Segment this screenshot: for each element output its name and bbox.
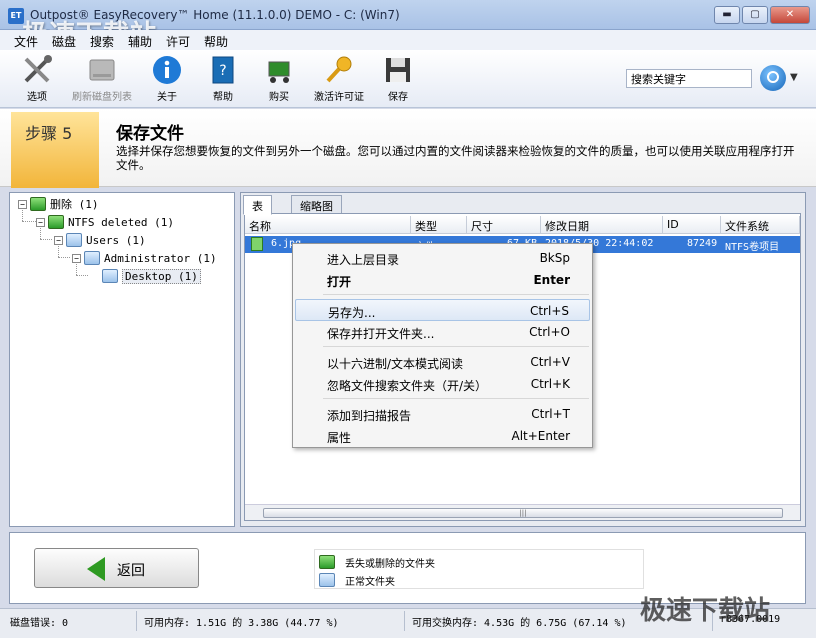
tab-table[interactable]: 表 bbox=[243, 195, 272, 215]
legend-item-lost: 丢失或删除的文件夹 bbox=[319, 553, 435, 571]
legend-label: 丢失或删除的文件夹 bbox=[345, 558, 435, 570]
step-number: 步骤 5 bbox=[25, 124, 73, 143]
shopping-cart-icon bbox=[263, 54, 295, 86]
tree-node-label: Administrator (1) bbox=[104, 251, 217, 265]
menu-disk[interactable]: 磁盘 bbox=[52, 33, 76, 50]
help-button[interactable]: ? 帮助 bbox=[195, 54, 251, 103]
tree-expander[interactable]: − bbox=[72, 253, 81, 263]
tree-expander[interactable]: − bbox=[18, 199, 27, 209]
menu-item-save-and-open-folder[interactable]: 保存并打开文件夹... Ctrl+O bbox=[295, 321, 590, 343]
cell-id: 87249 bbox=[687, 238, 718, 249]
step-header: 步骤 5 保存文件 选择并保存您想要恢复的文件到另外一个磁盘。您可以通过内置的文… bbox=[0, 109, 816, 188]
options-button[interactable]: 选项 bbox=[9, 54, 65, 103]
menu-item-open[interactable]: 打开 Enter bbox=[295, 269, 590, 291]
refresh-disks-label: 刷新磁盘列表 bbox=[72, 92, 132, 103]
legend-label: 正常文件夹 bbox=[345, 576, 395, 588]
tree-node-label: Users (1) bbox=[86, 233, 146, 247]
refresh-disks-button[interactable]: 刷新磁盘列表 bbox=[72, 54, 132, 103]
tree-expander[interactable]: − bbox=[54, 235, 63, 245]
folder-tree[interactable]: − 删除 (1) − NTFS deleted (1) − Users (1) … bbox=[9, 192, 235, 527]
menu-item-parent-dir[interactable]: 进入上层目录 BkSp bbox=[295, 247, 590, 269]
menu-item-add-to-report[interactable]: 添加到扫描报告 Ctrl+T bbox=[295, 403, 590, 425]
help-label: 帮助 bbox=[213, 92, 233, 103]
menu-item-ignore-file-search[interactable]: 忽略文件搜索文件夹（开/关） Ctrl+K bbox=[295, 373, 590, 395]
green-folder-icon bbox=[48, 215, 64, 229]
buy-button[interactable]: 购买 bbox=[251, 54, 307, 103]
menu-help[interactable]: 帮助 bbox=[204, 33, 228, 50]
save-button[interactable]: 保存 bbox=[370, 54, 426, 103]
green-folder-icon bbox=[319, 555, 335, 569]
column-header-id[interactable]: ID bbox=[663, 216, 721, 234]
floppy-disk-icon bbox=[382, 54, 414, 86]
tree-node-users[interactable]: − Users (1) bbox=[54, 231, 146, 249]
svg-text:?: ? bbox=[219, 63, 226, 79]
column-header-size[interactable]: 尺寸 bbox=[467, 216, 541, 234]
menu-tools[interactable]: 辅助 bbox=[128, 33, 152, 50]
step-title: 保存文件 bbox=[116, 124, 184, 144]
status-swap: 可用交换内存: 4.53G 的 6.75G (67.14 %) bbox=[412, 618, 627, 629]
close-button[interactable]: ✕ bbox=[770, 6, 810, 24]
blue-folder-icon bbox=[84, 251, 100, 265]
cell-filesystem: NTFS卷项目 bbox=[725, 242, 780, 253]
minimize-button[interactable]: ▬ bbox=[714, 6, 740, 24]
tree-expander[interactable]: − bbox=[36, 217, 45, 227]
info-icon bbox=[151, 54, 183, 86]
back-button-label: 返回 bbox=[117, 563, 145, 579]
help-book-icon: ? bbox=[207, 54, 239, 86]
blue-folder-icon bbox=[102, 269, 118, 283]
blue-folder-icon bbox=[319, 573, 335, 587]
back-button[interactable]: 返回 bbox=[34, 548, 199, 588]
chevron-down-icon[interactable]: ▼ bbox=[790, 72, 798, 83]
options-label: 选项 bbox=[27, 92, 47, 103]
activate-license-button[interactable]: 激活许可证 bbox=[306, 54, 372, 103]
menu-bar: 文件 磁盘 搜索 辅助 许可 帮助 bbox=[0, 30, 816, 50]
tree-node-label: NTFS deleted (1) bbox=[68, 215, 174, 229]
tree-node-label: 删除 (1) bbox=[50, 198, 99, 211]
buy-label: 购买 bbox=[269, 92, 289, 103]
tree-node-administrator[interactable]: − Administrator (1) bbox=[72, 249, 217, 267]
back-arrow-icon bbox=[87, 557, 105, 581]
hard-disk-icon bbox=[86, 54, 118, 86]
horizontal-scrollbar[interactable]: ||| bbox=[245, 504, 800, 520]
green-folder-icon bbox=[30, 197, 46, 211]
scrollbar-thumb[interactable]: ||| bbox=[263, 508, 783, 518]
step-description: 选择并保存您想要恢复的文件到另外一个磁盘。您可以通过内置的文件阅读器来检验恢复的… bbox=[116, 144, 795, 172]
status-disk-errors: 磁盘错误: 0 bbox=[10, 618, 69, 629]
tree-node-desktop[interactable]: Desktop (1) bbox=[102, 267, 201, 285]
column-header-type[interactable]: 类型 bbox=[411, 216, 467, 234]
search-icon[interactable] bbox=[760, 65, 786, 91]
maximize-button[interactable]: ▢ bbox=[742, 6, 768, 24]
menu-file[interactable]: 文件 bbox=[14, 33, 38, 50]
tab-thumbnails[interactable]: 缩略图 bbox=[291, 195, 342, 214]
menu-license[interactable]: 许可 bbox=[166, 33, 190, 50]
folder-legend: 丢失或删除的文件夹 正常文件夹 bbox=[314, 549, 644, 589]
step-badge: 步骤 5 bbox=[11, 112, 99, 188]
about-button[interactable]: 关于 bbox=[139, 54, 195, 103]
save-label: 保存 bbox=[388, 92, 408, 103]
blue-folder-icon bbox=[66, 233, 82, 247]
file-icon bbox=[251, 237, 263, 251]
context-menu: 进入上层目录 BkSp 打开 Enter 另存为... Ctrl+S 保存并打开文件夹… bbox=[292, 243, 593, 448]
search-input[interactable] bbox=[626, 69, 752, 88]
key-icon bbox=[323, 54, 355, 86]
menu-item-properties[interactable]: 属性 Alt+Enter bbox=[295, 425, 590, 447]
menu-search[interactable]: 搜索 bbox=[90, 33, 114, 50]
about-label: 关于 bbox=[157, 92, 177, 103]
status-memory: 可用内存: 1.51G 的 3.38G (44.77 %) bbox=[144, 618, 339, 629]
activate-license-label: 激活许可证 bbox=[314, 92, 364, 103]
legend-item-normal: 正常文件夹 bbox=[319, 571, 395, 589]
column-header-modified[interactable]: 修改日期 bbox=[541, 216, 663, 234]
column-header-name[interactable]: 名称 bbox=[245, 216, 411, 234]
menu-item-save-as[interactable]: 另存为... Ctrl+S bbox=[295, 299, 590, 321]
tree-node-label: Desktop (1) bbox=[122, 268, 201, 284]
menu-item-hex-view[interactable]: 以十六进制/文本模式阅读 Ctrl+V bbox=[295, 351, 590, 373]
tools-icon bbox=[21, 54, 53, 86]
tree-node-deleted[interactable]: − 删除 (1) bbox=[18, 195, 99, 213]
tree-node-ntfs-deleted[interactable]: − NTFS deleted (1) bbox=[36, 213, 174, 231]
watermark-bottom: 极速下载站 bbox=[640, 596, 771, 626]
column-header-filesystem[interactable]: 文件系统 bbox=[721, 216, 800, 234]
